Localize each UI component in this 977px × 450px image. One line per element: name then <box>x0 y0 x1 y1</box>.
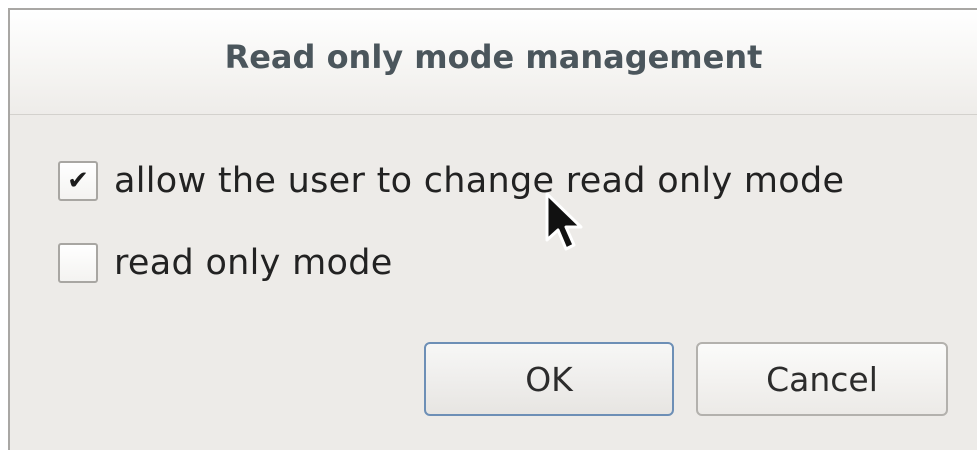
check-icon: ✔ <box>67 166 89 196</box>
ok-button[interactable]: OK <box>424 342 674 416</box>
mouse-pointer-icon <box>545 192 583 251</box>
dialog-title: Read only mode management <box>224 38 763 76</box>
read-only-label[interactable]: read only mode <box>114 243 393 283</box>
allow-change-label[interactable]: allow the user to change read only mode <box>114 161 844 201</box>
read-only-option[interactable]: read only mode <box>58 240 393 286</box>
cancel-button[interactable]: Cancel <box>696 342 948 416</box>
read-only-checkbox[interactable] <box>58 243 98 283</box>
allow-change-option[interactable]: ✔ allow the user to change read only mod… <box>58 158 844 204</box>
read-only-mode-dialog: Read only mode management ✔ allow the us… <box>8 8 977 450</box>
allow-change-checkbox[interactable]: ✔ <box>58 161 98 201</box>
dialog-titlebar: Read only mode management <box>10 10 977 115</box>
